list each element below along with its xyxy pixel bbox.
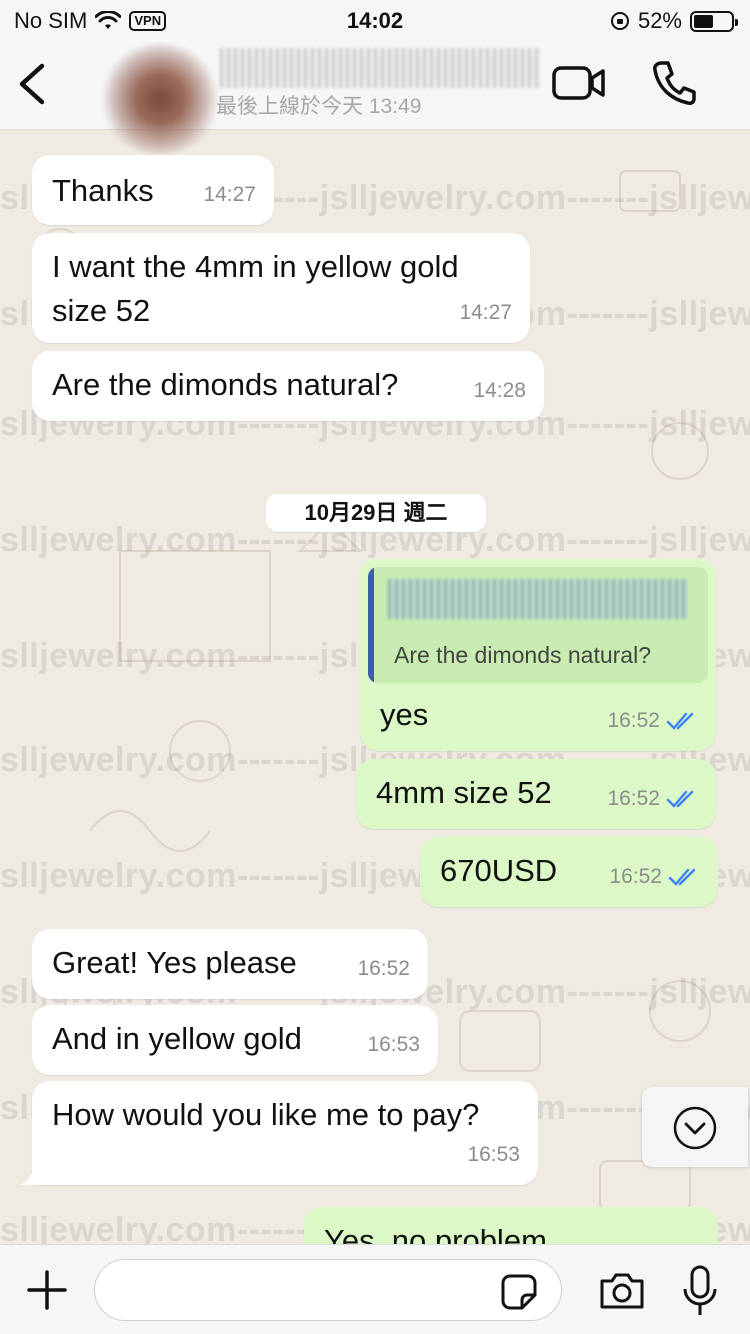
last-seen: 最後上線於今天 13:49 — [216, 95, 422, 118]
message-incoming[interactable]: Great! Yes please 16:52 — [32, 929, 428, 999]
message-text: 4mm size 52 — [376, 775, 552, 810]
composer-bar — [0, 1244, 750, 1334]
chat-area[interactable]: jslljewelry.com-------jslljewelry.com---… — [0, 131, 750, 1244]
battery-percent: 52% — [637, 8, 682, 33]
double-check-icon — [668, 868, 696, 886]
message-time: 16:53 — [367, 1033, 420, 1056]
sticker-icon[interactable] — [500, 1273, 538, 1311]
reply-accent-bar — [368, 567, 374, 683]
phone-icon[interactable] — [652, 60, 696, 106]
chat-header: 最後上線於今天 13:49 — [0, 40, 750, 154]
message-time: 14:28 — [473, 379, 526, 402]
message-time: 16:53 — [467, 1143, 520, 1166]
video-call-icon[interactable] — [552, 64, 606, 102]
message-time: 14:27 — [459, 301, 512, 324]
message-outgoing[interactable]: 4mm size 52 16:52 — [356, 759, 716, 829]
message-time: 14:27 — [203, 183, 256, 206]
message-text: Yes, no problem — [324, 1223, 547, 1244]
camera-icon[interactable] — [598, 1271, 646, 1311]
message-time: 16:52 — [607, 709, 660, 732]
message-incoming[interactable]: And in yellow gold 16:53 — [32, 1005, 438, 1075]
message-outgoing[interactable]: 670USD 16:52 — [420, 837, 718, 907]
reply-quote: Are the dimonds natural? — [394, 642, 651, 668]
contact-name-redacted[interactable] — [220, 48, 540, 88]
double-check-icon — [666, 790, 694, 808]
scroll-down-icon — [673, 1106, 717, 1150]
message-text: yes — [380, 697, 429, 732]
double-check-icon — [666, 712, 694, 730]
message-time: 16:52 — [609, 865, 662, 888]
message-input[interactable] — [94, 1259, 562, 1321]
message-incoming[interactable]: I want the 4mm in yellow gold size 52 14… — [32, 233, 530, 343]
battery-level-fill — [694, 14, 713, 28]
message-text: 670USD — [440, 853, 558, 888]
message-text: And in yellow gold — [52, 1021, 302, 1056]
message-outgoing[interactable]: Yes, no problem — [304, 1207, 718, 1244]
message-time: 16:52 — [357, 957, 410, 980]
message-incoming[interactable]: Are the dimonds natural? 14:28 — [32, 351, 544, 421]
orientation-lock-icon — [610, 12, 629, 30]
message-incoming[interactable]: How would you like me to pay? 16:53 — [32, 1081, 538, 1185]
status-bar: No SIM VPN 14:02 52% — [0, 0, 750, 40]
reply-preview[interactable]: Are the dimonds natural? — [368, 567, 708, 683]
message-incoming[interactable]: Thanks 14:27 — [32, 155, 274, 225]
microphone-icon[interactable] — [680, 1265, 720, 1317]
message-text: Thanks — [52, 173, 154, 208]
message-outgoing[interactable]: Are the dimonds natural? yes 16:52 — [360, 559, 716, 751]
bubble-tail — [20, 1161, 42, 1185]
plus-icon[interactable] — [26, 1269, 68, 1311]
battery-icon — [690, 10, 738, 32]
back-icon[interactable] — [14, 62, 50, 106]
message-text: Great! Yes please — [52, 945, 297, 980]
message-text: Are the dimonds natural? — [52, 367, 399, 402]
message-text: How would you like me to pay? — [52, 1097, 480, 1132]
message-time: 16:52 — [607, 787, 660, 810]
message-text: I want the 4mm in yellow gold size 52 — [52, 249, 459, 328]
date-separator: 10月29日 週二 — [266, 494, 486, 532]
scroll-down-button[interactable] — [642, 1087, 748, 1167]
reply-author-redacted — [388, 579, 688, 619]
